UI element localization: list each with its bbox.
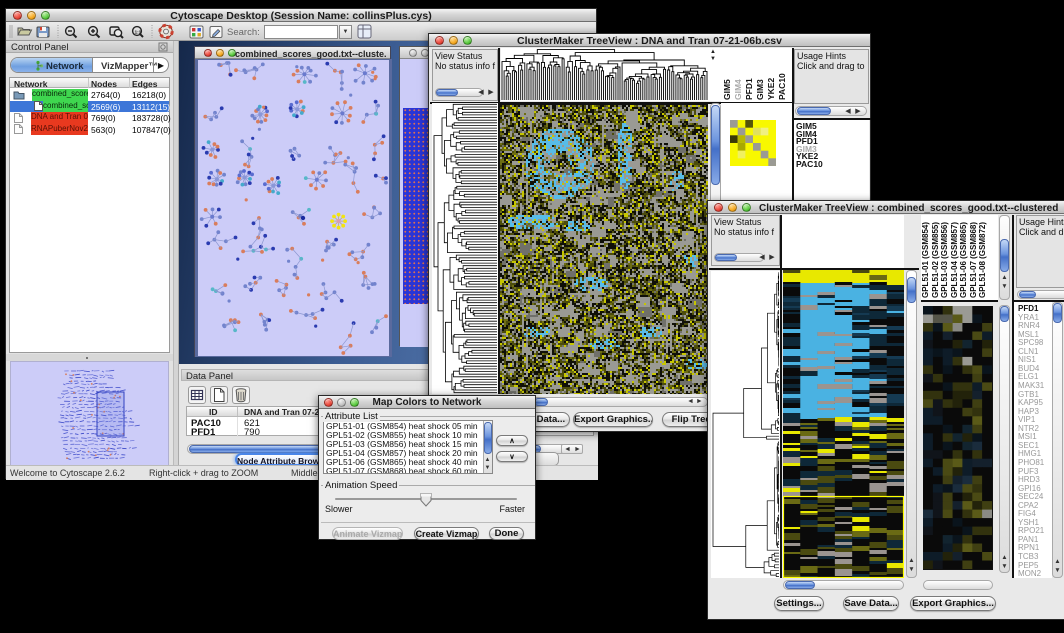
svg-text:1:1: 1:1 <box>135 29 142 34</box>
